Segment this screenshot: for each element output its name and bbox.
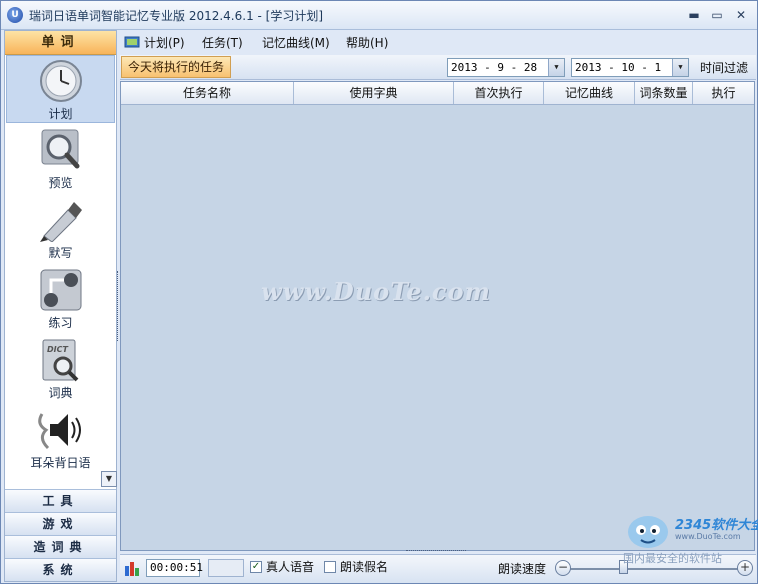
read-speed-label: 朗读速度: [498, 562, 547, 576]
date-from-picker[interactable]: 2013 - 9 - 28 ▼: [447, 58, 565, 77]
speed-decrease-button[interactable]: −: [555, 560, 571, 576]
task-toolbar: 今天将执行的任务 2013 - 9 - 28 ▼ 2013 - 10 - 1 ▼…: [120, 55, 756, 80]
speed-slider-track[interactable]: [567, 568, 739, 570]
menu-plan[interactable]: 计划(P): [144, 34, 185, 51]
category-words-header[interactable]: 单词: [5, 31, 116, 55]
grid-header: 任务名称 使用字典 首次执行 记忆曲线 词条数量 执行: [121, 82, 754, 105]
practice-icon: [40, 269, 81, 311]
nav-label-dictation: 默写: [48, 246, 73, 260]
date-to-value: 2013 - 10 - 1: [575, 61, 662, 74]
nav-item-preview[interactable]: 预览: [6, 125, 115, 193]
title-bar[interactable]: U 瑞词日语单词智能记忆专业版 2012.4.6.1 - [学习计划] ▬ ▭ …: [1, 1, 757, 30]
clock-icon: [39, 60, 82, 102]
col-first-run[interactable]: 首次执行: [454, 82, 544, 104]
col-entry-count[interactable]: 词条数量: [635, 82, 693, 104]
menu-help[interactable]: 帮助(H): [346, 34, 388, 51]
nav-item-ear-japanese[interactable]: 耳朵背日语: [6, 405, 115, 473]
nav-label-dictionary: 词典: [48, 386, 73, 400]
nav-item-dictation[interactable]: 默写: [6, 195, 115, 263]
corner-logo-url: www.DuoTe.com: [675, 532, 741, 541]
maximize-button[interactable]: ▭: [708, 7, 726, 23]
date-to-dropdown-icon[interactable]: ▼: [672, 59, 688, 76]
corner-logo-brand: 2345软件大全: [675, 518, 758, 533]
category-make-dict-button[interactable]: 造词典: [5, 535, 116, 558]
category-tools-button[interactable]: 工具: [5, 489, 116, 512]
tab-today-tasks[interactable]: 今天将执行的任务: [121, 56, 232, 78]
close-button[interactable]: ✕: [732, 7, 750, 23]
corner-logo-slogan: 国内最安全的软件站: [623, 552, 722, 565]
col-execute[interactable]: 执行: [693, 82, 754, 104]
status-blank-box: [208, 559, 244, 577]
col-memory-curve[interactable]: 记忆曲线: [544, 82, 635, 104]
left-nav: 单词 计划 预览 默写 练习 DICT 词典 耳朵背日语 ▼ 工具 游戏 造词典…: [4, 30, 117, 582]
real-voice-checkbox[interactable]: ✓: [250, 561, 262, 573]
svg-text:DICT: DICT: [47, 345, 68, 354]
date-from-value: 2013 - 9 - 28: [451, 61, 538, 74]
menu-memory-curve[interactable]: 记忆曲线(M): [262, 34, 330, 51]
nav-item-plan[interactable]: 计划: [6, 55, 115, 123]
window-title: 瑞词日语单词智能记忆专业版 2012.4.6.1 - [学习计划]: [29, 9, 324, 23]
read-kana-checkbox[interactable]: [324, 561, 336, 573]
magnifier-icon: [41, 129, 79, 169]
book-icon: [124, 36, 140, 48]
watermark: www.DuoTe.com: [261, 277, 491, 306]
mascot-icon: [628, 516, 668, 548]
category-system-button[interactable]: 系统: [5, 558, 116, 581]
col-task-name[interactable]: 任务名称: [121, 82, 294, 104]
nav-label-plan: 计划: [48, 107, 73, 121]
pen-icon: [39, 202, 82, 242]
elapsed-timer: 00:00:51: [146, 559, 203, 577]
speaker-icon: [37, 413, 81, 450]
category-games-button[interactable]: 游戏: [5, 512, 116, 535]
nav-item-dictionary[interactable]: DICT 词典: [6, 335, 115, 403]
corner-logo-watermark: 2345软件大全 www.DuoTe.com 国内最安全的软件站: [619, 508, 758, 565]
read-kana-label[interactable]: 朗读假名: [340, 558, 388, 575]
nav-label-preview: 预览: [48, 176, 73, 190]
nav-item-practice[interactable]: 练习: [6, 265, 115, 333]
nav-scroll-down-button[interactable]: ▼: [101, 471, 117, 487]
task-grid[interactable]: 任务名称 使用字典 首次执行 记忆曲线 词条数量 执行 www.DuoTe.co…: [120, 81, 755, 551]
nav-label-practice: 练习: [48, 316, 73, 330]
app-window: U 瑞词日语单词智能记忆专业版 2012.4.6.1 - [学习计划] ▬ ▭ …: [0, 0, 758, 584]
dict-icon: DICT: [42, 339, 78, 382]
real-voice-label[interactable]: 真人语音: [266, 558, 314, 575]
date-to-picker[interactable]: 2013 - 10 - 1 ▼: [571, 58, 689, 77]
chart-icon[interactable]: [124, 560, 142, 576]
col-dictionary[interactable]: 使用字典: [294, 82, 454, 104]
date-from-dropdown-icon[interactable]: ▼: [548, 59, 564, 76]
menu-task[interactable]: 任务(T): [202, 34, 243, 51]
nav-label-ear-japanese: 耳朵背日语: [30, 456, 91, 470]
minimize-button[interactable]: ▬: [685, 7, 703, 23]
app-icon: U: [7, 7, 23, 23]
time-filter-label[interactable]: 时间过滤: [700, 59, 748, 76]
menu-bar: 计划(P) 任务(T) 记忆曲线(M) 帮助(H): [120, 31, 756, 53]
